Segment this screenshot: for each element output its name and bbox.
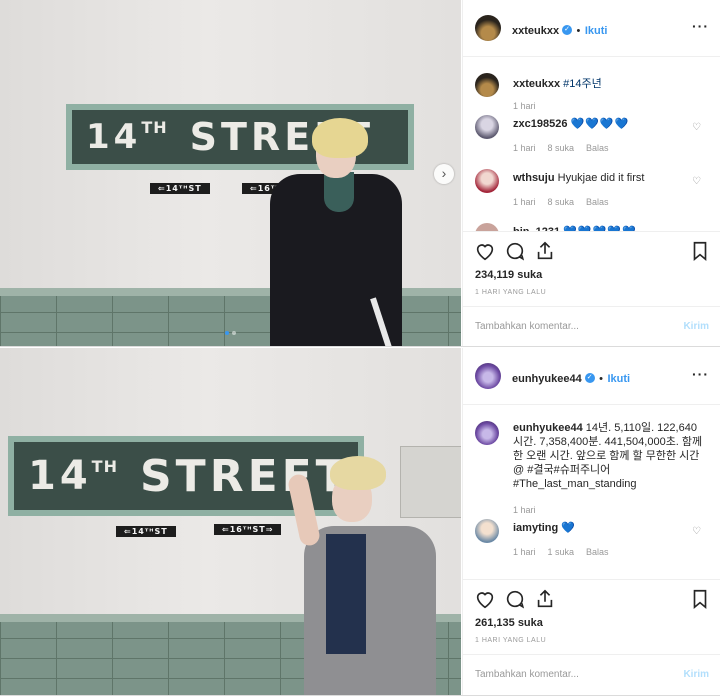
follow-button[interactable]: Ikuti (607, 373, 630, 385)
heart-icon[interactable] (474, 588, 496, 610)
comment-time: 1 hari (513, 547, 536, 557)
avatar[interactable] (475, 115, 499, 139)
post-2-photo[interactable]: 14 TH STREET ⇐14ᵀᴴST ⇐16ᵀᴴST⇒ (0, 348, 461, 695)
comment-input[interactable]: Tambahkan komentar... (475, 669, 579, 680)
post-1-sidebar: xxteukxx ✓ • Ikuti ··· xxteukxx #14주년 1 h… (462, 0, 720, 346)
carousel-dot-active (225, 331, 229, 335)
comment-text: 💙💙💙💙 (570, 118, 630, 130)
comment-likes[interactable]: 8 suka (548, 197, 575, 207)
raised-arm (286, 472, 322, 548)
comment-heart-icon[interactable]: ♡ (692, 175, 701, 189)
reply-button[interactable]: Balas (586, 143, 609, 153)
more-icon[interactable]: ··· (692, 366, 709, 382)
direction-plaque-16th: ⇐16ᵀᴴST⇒ (214, 524, 282, 535)
comment-meta: 1 hari 1 suka Balas (513, 545, 621, 559)
next-arrow-icon[interactable]: › (434, 164, 454, 184)
share-icon[interactable] (534, 240, 556, 262)
bookmark-icon[interactable] (689, 240, 711, 262)
post-date: 1 HARI YANG LALU (475, 289, 547, 296)
post-2: 14 TH STREET ⇐14ᵀᴴST ⇐16ᵀᴴST⇒ eunhyukee44 ✓… (0, 348, 720, 696)
caption-time: 1 hari (513, 503, 548, 517)
sign-suffix: TH (91, 456, 118, 476)
post-header: xxteukxx ✓ • Ikuti ··· (463, 0, 720, 57)
verified-icon: ✓ (562, 24, 573, 35)
comments-area: xxteukxx #14주년 1 hari zxc198526 💙💙💙💙 1 h… (463, 57, 720, 231)
add-comment-bar: Tambahkan komentar... Kirim (463, 654, 720, 695)
avatar[interactable] (475, 15, 501, 41)
sign-suffix: TH (141, 117, 168, 137)
comment-time: 1 hari (513, 197, 536, 207)
action-bar: 261,135 suka 1 HARI YANG LALU (463, 579, 720, 654)
comment-username[interactable]: wthsuju (513, 172, 555, 184)
reply-button[interactable]: Balas (586, 547, 609, 557)
header-userline: xxteukxx ✓ • Ikuti (512, 21, 607, 39)
dot-separator: • (599, 373, 604, 385)
comment-heart-icon[interactable]: ♡ (692, 121, 701, 135)
grey-blazer (304, 526, 436, 695)
like-count[interactable]: 234,119 suka (475, 269, 542, 281)
like-count[interactable]: 261,135 suka (475, 617, 543, 629)
person-figure (266, 112, 406, 346)
direction-plaque-14th: ⇐14ᵀᴴST (150, 183, 210, 194)
send-button[interactable]: Kirim (683, 321, 709, 332)
comment-likes[interactable]: 1 suka (548, 547, 575, 557)
avatar[interactable] (475, 169, 499, 193)
comment-likes[interactable]: 8 suka (548, 143, 575, 153)
post-1-photo[interactable]: 14THSTREET ⇐14ᵀᴴST ⇐16ᵀᴴST⇒ › (0, 0, 461, 346)
header-username[interactable]: eunhyukee44 (512, 373, 582, 385)
blonde-hair (312, 118, 368, 158)
caption-time: 1 hari (513, 99, 548, 113)
dark-shirt (326, 534, 366, 654)
reply-button[interactable]: Balas (586, 197, 609, 207)
comment-input[interactable]: Tambahkan komentar... (475, 321, 579, 332)
comment-meta: 1 hari 8 suka Balas (513, 195, 621, 209)
verified-icon: ✓ (584, 372, 595, 383)
post-2-sidebar: eunhyukee44 ✓ • Ikuti ··· eunhyukee44 14년… (462, 348, 720, 695)
post-date: 1 HARI YANG LALU (475, 637, 547, 644)
person-figure (286, 456, 440, 695)
header-userline: eunhyukee44 ✓ • Ikuti (512, 369, 630, 387)
avatar[interactable] (475, 421, 499, 445)
follow-button[interactable]: Ikuti (585, 25, 608, 37)
avatar[interactable] (475, 73, 499, 97)
avatar[interactable] (475, 363, 501, 389)
comment-text: 💙 (561, 522, 576, 534)
comments-area: eunhyukee44 14년. 5,110일. 122,640시간. 7,35… (463, 405, 720, 579)
comment-text: Hyukjae did it first (557, 172, 645, 184)
action-bar: 234,119 suka 1 HARI YANG LALU (463, 231, 720, 306)
post-header: eunhyukee44 ✓ • Ikuti ··· (463, 348, 720, 405)
avatar[interactable] (475, 223, 499, 231)
caption-time-text: 1 hari (513, 101, 536, 111)
carousel-dot (232, 331, 236, 335)
caption-username[interactable]: xxteukxx (513, 78, 560, 90)
post-1: 14THSTREET ⇐14ᵀᴴST ⇐16ᵀᴴST⇒ › xxteukxx✓ … (0, 0, 720, 347)
comment-meta: 1 hari 8 suka Balas (513, 141, 621, 155)
share-icon[interactable] (534, 588, 556, 610)
caption-time-text: 1 hari (513, 505, 536, 515)
comment-username[interactable]: iamyting (513, 522, 558, 534)
comment-username[interactable]: zxc198526 (513, 118, 567, 130)
more-icon[interactable]: ··· (692, 18, 709, 34)
avatar[interactable] (475, 519, 499, 543)
comment-heart-icon[interactable]: ♡ (692, 525, 701, 539)
direction-plaque-14th: ⇐14ᵀᴴST (116, 526, 176, 537)
scarf (324, 172, 354, 212)
caption-text: #14주년 (563, 78, 602, 90)
dot-separator: • (576, 25, 581, 37)
caption-username[interactable]: eunhyukee44 (513, 422, 583, 434)
comment-icon[interactable] (504, 240, 526, 262)
carousel-dots (225, 331, 236, 335)
heart-icon[interactable] (474, 240, 496, 262)
sign-number: 14 (28, 453, 92, 499)
comment-time: 1 hari (513, 143, 536, 153)
comment-icon[interactable] (504, 588, 526, 610)
header-username[interactable]: xxteukxx (512, 25, 559, 37)
add-comment-bar: Tambahkan komentar... Kirim (463, 306, 720, 347)
blonde-hair (330, 456, 386, 490)
sign-number: 14 (86, 117, 142, 157)
send-button[interactable]: Kirim (683, 669, 709, 680)
bookmark-icon[interactable] (689, 588, 711, 610)
